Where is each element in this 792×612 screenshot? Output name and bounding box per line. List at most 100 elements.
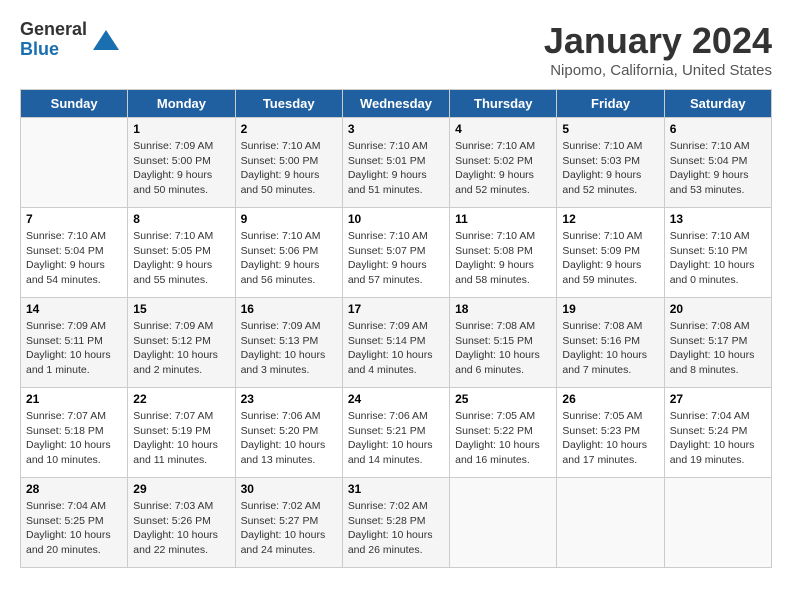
day-number: 2 [241,122,337,136]
week-row-1: 1 Sunrise: 7:09 AMSunset: 5:00 PMDaylight… [21,118,772,208]
header-day-friday: Friday [557,90,664,118]
month-title: January 2024 [544,20,772,62]
location-text: Nipomo, California, United States [544,62,772,79]
day-info: Sunrise: 7:08 AMSunset: 5:17 PMDaylight:… [670,319,766,378]
calendar-cell: 18 Sunrise: 7:08 AMSunset: 5:15 PMDayligh… [450,298,557,388]
calendar-cell: 29 Sunrise: 7:03 AMSunset: 5:26 PMDayligh… [128,478,235,568]
day-number: 19 [562,302,658,316]
day-info: Sunrise: 7:10 AMSunset: 5:08 PMDaylight:… [455,229,551,288]
header-row: SundayMondayTuesdayWednesdayThursdayFrid… [21,90,772,118]
header-day-monday: Monday [128,90,235,118]
header-day-wednesday: Wednesday [342,90,449,118]
day-info: Sunrise: 7:09 AMSunset: 5:11 PMDaylight:… [26,319,122,378]
day-number: 16 [241,302,337,316]
week-row-2: 7Sunrise: 7:10 AMSunset: 5:04 PMDaylight… [21,208,772,298]
calendar-cell: 4 Sunrise: 7:10 AMSunset: 5:02 PMDaylight… [450,118,557,208]
logo-icon [91,25,121,55]
calendar-cell: 11 Sunrise: 7:10 AMSunset: 5:08 PMDayligh… [450,208,557,298]
day-number: 20 [670,302,766,316]
day-info: Sunrise: 7:06 AMSunset: 5:20 PMDaylight:… [241,409,337,468]
day-number: 25 [455,392,551,406]
logo: General Blue [20,20,121,60]
day-info: Sunrise: 7:10 AMSunset: 5:02 PMDaylight:… [455,139,551,198]
day-number: 3 [348,122,444,136]
page-header: General Blue January 2024 Nipomo, Califo… [20,20,772,79]
day-number: 29 [133,482,229,496]
day-number: 9 [241,212,337,226]
day-info: Sunrise: 7:03 AMSunset: 5:26 PMDaylight:… [133,499,229,558]
calendar-cell: 7Sunrise: 7:10 AMSunset: 5:04 PMDaylight… [21,208,128,298]
day-number: 27 [670,392,766,406]
calendar-cell: 19 Sunrise: 7:08 AMSunset: 5:16 PMDayligh… [557,298,664,388]
day-number: 11 [455,212,551,226]
calendar-cell: 3 Sunrise: 7:10 AMSunset: 5:01 PMDaylight… [342,118,449,208]
day-info: Sunrise: 7:10 AMSunset: 5:09 PMDaylight:… [562,229,658,288]
day-info: Sunrise: 7:04 AMSunset: 5:25 PMDaylight:… [26,499,122,558]
day-info: Sunrise: 7:09 AMSunset: 5:12 PMDaylight:… [133,319,229,378]
calendar-cell: 1 Sunrise: 7:09 AMSunset: 5:00 PMDaylight… [128,118,235,208]
day-info: Sunrise: 7:07 AMSunset: 5:18 PMDaylight:… [26,409,122,468]
day-info: Sunrise: 7:07 AMSunset: 5:19 PMDaylight:… [133,409,229,468]
calendar-cell: 2Sunrise: 7:10 AMSunset: 5:00 PMDaylight… [235,118,342,208]
day-number: 13 [670,212,766,226]
day-number: 14 [26,302,122,316]
day-info: Sunrise: 7:09 AMSunset: 5:00 PMDaylight:… [133,139,229,198]
calendar-cell: 27 Sunrise: 7:04 AMSunset: 5:24 PMDayligh… [664,388,771,478]
day-info: Sunrise: 7:04 AMSunset: 5:24 PMDaylight:… [670,409,766,468]
day-number: 8 [133,212,229,226]
day-info: Sunrise: 7:08 AMSunset: 5:16 PMDaylight:… [562,319,658,378]
calendar-cell: 24 Sunrise: 7:06 AMSunset: 5:21 PMDayligh… [342,388,449,478]
header-day-tuesday: Tuesday [235,90,342,118]
day-number: 18 [455,302,551,316]
day-info: Sunrise: 7:10 AMSunset: 5:03 PMDaylight:… [562,139,658,198]
day-info: Sunrise: 7:02 AMSunset: 5:28 PMDaylight:… [348,499,444,558]
calendar-cell: 31 Sunrise: 7:02 AMSunset: 5:28 PMDayligh… [342,478,449,568]
day-info: Sunrise: 7:10 AMSunset: 5:07 PMDaylight:… [348,229,444,288]
day-number: 6 [670,122,766,136]
day-number: 17 [348,302,444,316]
day-info: Sunrise: 7:10 AMSunset: 5:04 PMDaylight:… [670,139,766,198]
day-info: Sunrise: 7:10 AMSunset: 5:10 PMDaylight:… [670,229,766,288]
day-number: 24 [348,392,444,406]
day-info: Sunrise: 7:05 AMSunset: 5:23 PMDaylight:… [562,409,658,468]
header-day-thursday: Thursday [450,90,557,118]
logo-blue-text: Blue [20,40,87,60]
day-number: 1 [133,122,229,136]
calendar-cell: 21 Sunrise: 7:07 AMSunset: 5:18 PMDayligh… [21,388,128,478]
day-number: 12 [562,212,658,226]
day-info: Sunrise: 7:08 AMSunset: 5:15 PMDaylight:… [455,319,551,378]
calendar-cell: 13 Sunrise: 7:10 AMSunset: 5:10 PMDayligh… [664,208,771,298]
day-info: Sunrise: 7:10 AMSunset: 5:04 PMDaylight:… [26,229,122,288]
calendar-cell [557,478,664,568]
day-info: Sunrise: 7:05 AMSunset: 5:22 PMDaylight:… [455,409,551,468]
day-number: 15 [133,302,229,316]
day-number: 26 [562,392,658,406]
logo-general-text: General [20,20,87,40]
day-number: 5 [562,122,658,136]
day-info: Sunrise: 7:09 AMSunset: 5:13 PMDaylight:… [241,319,337,378]
calendar-cell: 22Sunrise: 7:07 AMSunset: 5:19 PMDayligh… [128,388,235,478]
calendar-cell: 15 Sunrise: 7:09 AMSunset: 5:12 PMDayligh… [128,298,235,388]
calendar-cell: 23 Sunrise: 7:06 AMSunset: 5:20 PMDayligh… [235,388,342,478]
calendar-cell: 17 Sunrise: 7:09 AMSunset: 5:14 PMDayligh… [342,298,449,388]
day-number: 21 [26,392,122,406]
header-day-sunday: Sunday [21,90,128,118]
day-number: 28 [26,482,122,496]
calendar-cell: 9 Sunrise: 7:10 AMSunset: 5:06 PMDaylight… [235,208,342,298]
day-info: Sunrise: 7:06 AMSunset: 5:21 PMDaylight:… [348,409,444,468]
calendar-cell [450,478,557,568]
day-info: Sunrise: 7:09 AMSunset: 5:14 PMDaylight:… [348,319,444,378]
day-number: 4 [455,122,551,136]
header-day-saturday: Saturday [664,90,771,118]
calendar-cell [664,478,771,568]
day-info: Sunrise: 7:10 AMSunset: 5:05 PMDaylight:… [133,229,229,288]
calendar-cell [21,118,128,208]
day-info: Sunrise: 7:10 AMSunset: 5:01 PMDaylight:… [348,139,444,198]
calendar-cell: 10Sunrise: 7:10 AMSunset: 5:07 PMDayligh… [342,208,449,298]
day-number: 23 [241,392,337,406]
week-row-5: 28 Sunrise: 7:04 AMSunset: 5:25 PMDayligh… [21,478,772,568]
calendar-cell: 6 Sunrise: 7:10 AMSunset: 5:04 PMDaylight… [664,118,771,208]
day-number: 31 [348,482,444,496]
calendar-cell: 26 Sunrise: 7:05 AMSunset: 5:23 PMDayligh… [557,388,664,478]
day-info: Sunrise: 7:10 AMSunset: 5:06 PMDaylight:… [241,229,337,288]
